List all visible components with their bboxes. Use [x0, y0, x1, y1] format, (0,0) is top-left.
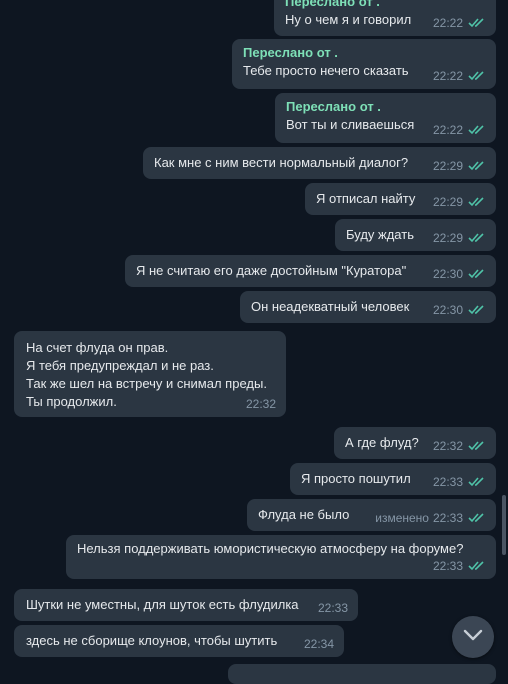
message-meta: 22:30	[433, 265, 486, 283]
message-text: Шутки не уместны, для шуток есть флудилк…	[26, 597, 299, 612]
message-time: 22:34	[303, 637, 334, 651]
double-check-icon	[468, 125, 486, 135]
message-bubble[interactable]: Флуда не было изменено 22:33	[247, 499, 496, 531]
scrollbar-thumb[interactable]	[502, 495, 506, 555]
double-check-icon	[468, 197, 486, 207]
message-text: Нельзя поддерживать юмористическую атмос…	[77, 541, 464, 556]
message-bubble[interactable]: На счет флуда он прав. Я тебя предупрежд…	[14, 331, 286, 417]
message-meta: 22:30	[433, 301, 486, 319]
message-time: 22:32	[432, 439, 463, 453]
message-text: На счет флуда он прав. Я тебя предупрежд…	[26, 340, 267, 409]
message-bubble[interactable]: Переслано от . Ну о чем я и говорил 22:2…	[274, 0, 496, 36]
message-time: 22:22	[432, 16, 463, 30]
scroll-down-button[interactable]	[452, 616, 494, 658]
message-meta: 22:29	[433, 193, 486, 211]
double-check-icon	[468, 561, 486, 571]
message-time: 22:30	[432, 303, 463, 317]
forwarded-from-label[interactable]: Переслано от .	[286, 98, 485, 116]
message-bubble[interactable]: Он неадекватный человек 22:30	[240, 291, 496, 323]
message-bubble[interactable]: А где флуд? 22:32	[334, 427, 496, 459]
message-time: 22:29	[432, 159, 463, 173]
message-time: 22:33	[432, 511, 463, 525]
double-check-icon	[468, 477, 486, 487]
chat-history[interactable]: Переслано от . Ну о чем я и говорил 22:2…	[0, 0, 508, 684]
forwarded-from-label[interactable]: Переслано от .	[285, 0, 485, 11]
double-check-icon	[468, 18, 486, 28]
double-check-icon	[468, 441, 486, 451]
message-time: 22:29	[432, 195, 463, 209]
message-meta: 22:33	[433, 473, 486, 491]
message-time: 22:30	[432, 267, 463, 281]
message-time: 22:32	[245, 397, 276, 411]
message-bubble[interactable]: здесь не сборище клоунов, чтобы шутить 2…	[14, 625, 344, 657]
chevron-down-icon	[463, 628, 483, 646]
message-meta: 22:33	[318, 599, 348, 617]
double-check-icon	[468, 513, 486, 523]
double-check-icon	[468, 161, 486, 171]
message-time: 22:33	[317, 601, 348, 615]
message-text: здесь не сборище клоунов, чтобы шутить	[26, 633, 278, 648]
message-meta: 22:22	[433, 121, 486, 139]
message-bubble[interactable]: Как мне с ним вести нормальный диалог? 2…	[143, 147, 496, 179]
message-bubble[interactable]: Шутки не уместны, для шуток есть флудилк…	[14, 589, 358, 621]
double-check-icon	[468, 71, 486, 81]
message-time: 22:22	[432, 123, 463, 137]
message-time: 22:33	[432, 559, 463, 573]
double-check-icon	[468, 233, 486, 243]
forwarded-from-label[interactable]: Переслано от .	[243, 44, 485, 62]
message-bubble[interactable]: Я не считаю его даже достойным "Куратора…	[125, 255, 496, 287]
message-meta: 22:33	[433, 557, 486, 575]
message-meta: 22:22	[433, 14, 486, 32]
message-bubble[interactable]: Переслано от . Вот ты и сливаешься 22:22	[275, 93, 496, 143]
message-meta: 22:32	[433, 437, 486, 455]
message-meta: 22:34	[304, 635, 334, 653]
message-time: 22:29	[432, 231, 463, 245]
double-check-icon	[468, 269, 486, 279]
message-bubble-partial[interactable]	[228, 664, 496, 684]
message-bubble[interactable]: Нельзя поддерживать юмористическую атмос…	[66, 535, 496, 579]
message-meta: 22:22	[433, 67, 486, 85]
message-bubble[interactable]: Я отписал найту 22:29	[305, 183, 496, 215]
message-meta: 22:32	[246, 395, 276, 413]
message-time: 22:33	[432, 475, 463, 489]
message-meta: 22:29	[433, 157, 486, 175]
message-bubble[interactable]: Переслано от . Тебе просто нечего сказат…	[232, 39, 496, 89]
message-time: 22:22	[432, 69, 463, 83]
message-meta: 22:29	[433, 229, 486, 247]
message-meta: изменено 22:33	[375, 509, 486, 527]
message-bubble[interactable]: Я просто пошутил 22:33	[290, 463, 496, 495]
double-check-icon	[468, 305, 486, 315]
edited-label: изменено	[375, 511, 429, 525]
message-bubble[interactable]: Буду ждать 22:29	[335, 219, 496, 251]
